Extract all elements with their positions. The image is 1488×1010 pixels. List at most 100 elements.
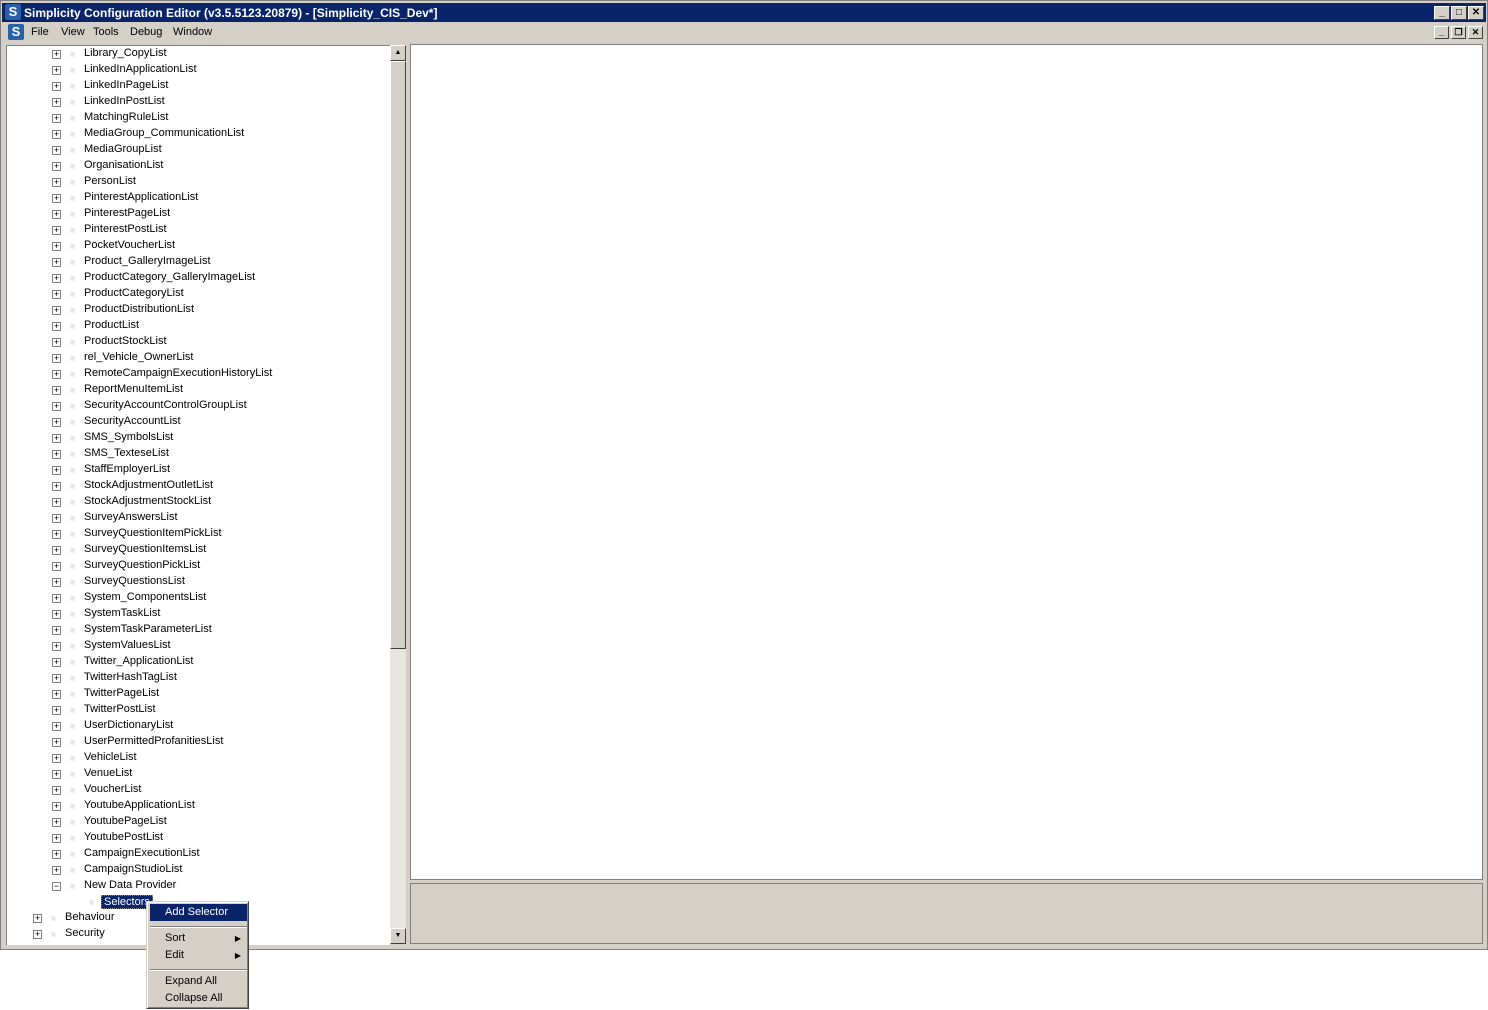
expand-icon[interactable]: + <box>52 82 61 91</box>
tree-node-label[interactable]: SecurityAccountControlGroupList <box>84 399 247 411</box>
expand-icon[interactable]: + <box>52 722 61 731</box>
expand-icon[interactable]: + <box>52 834 61 843</box>
tree-node-label[interactable]: ProductCategory_GalleryImageList <box>84 271 255 283</box>
scroll-down-arrow-icon[interactable]: ▼ <box>390 928 406 944</box>
expand-icon[interactable]: + <box>52 786 61 795</box>
expand-icon[interactable]: + <box>52 178 61 187</box>
tree-item[interactable]: + UserDictionaryList <box>7 718 390 734</box>
expand-icon[interactable]: + <box>33 930 42 939</box>
tree-item[interactable]: + SurveyQuestionItemsList <box>7 542 390 558</box>
tree-node-label[interactable]: UserDictionaryList <box>84 719 173 731</box>
expand-icon[interactable]: + <box>52 66 61 75</box>
tree-node-label[interactable]: VoucherList <box>84 783 141 795</box>
tree-node-label[interactable]: ProductList <box>84 319 139 331</box>
tree-item[interactable]: + PinterestPostList <box>7 222 390 238</box>
tree-item[interactable]: + TwitterPostList <box>7 702 390 718</box>
expand-icon[interactable]: + <box>52 578 61 587</box>
tree-item[interactable]: + PersonList <box>7 174 390 190</box>
tree-node-label[interactable]: MediaGroupList <box>84 143 162 155</box>
tree-item[interactable]: + Twitter_ApplicationList <box>7 654 390 670</box>
tree-node-label[interactable]: VenueList <box>84 767 132 779</box>
mdi-close-button[interactable]: ✕ <box>1468 26 1483 39</box>
tree-item[interactable]: + SystemTaskParameterList <box>7 622 390 638</box>
tree-item[interactable]: + SurveyQuestionPickList <box>7 558 390 574</box>
tree-node-label[interactable]: PinterestPageList <box>84 207 170 219</box>
maximize-button[interactable]: □ <box>1451 6 1467 20</box>
tree-item[interactable]: + MediaGroupList <box>7 142 390 158</box>
mdi-app-icon[interactable]: S <box>8 24 24 40</box>
expand-icon[interactable]: + <box>52 210 61 219</box>
tree-node-label[interactable]: StaffEmployerList <box>84 463 170 475</box>
expand-icon[interactable]: + <box>52 338 61 347</box>
expand-icon[interactable]: + <box>52 242 61 251</box>
expand-icon[interactable]: + <box>52 162 61 171</box>
tree-item[interactable]: + TwitterHashTagList <box>7 670 390 686</box>
tree-item[interactable]: + ProductDistributionList <box>7 302 390 318</box>
tree-item[interactable]: + System_ComponentsList <box>7 590 390 606</box>
menu-sort[interactable]: Sort ▶ <box>150 930 247 947</box>
tree-item[interactable]: + SystemValuesList <box>7 638 390 654</box>
editor-content-area[interactable] <box>410 44 1483 880</box>
tree-item[interactable]: + Library_CopyList <box>7 46 390 62</box>
menu-file[interactable]: File <box>31 26 49 38</box>
expand-icon[interactable]: + <box>52 754 61 763</box>
tree-item[interactable]: + SMS_SymbolsList <box>7 430 390 446</box>
expand-icon[interactable]: + <box>52 658 61 667</box>
tree-item[interactable]: + ProductStockList <box>7 334 390 350</box>
expand-icon[interactable]: + <box>52 402 61 411</box>
tree-item[interactable]: + Product_GalleryImageList <box>7 254 390 270</box>
configuration-tree[interactable]: + Library_CopyList + LinkedInApplicationLis… <box>6 45 390 945</box>
tree-node-label[interactable]: SystemValuesList <box>84 639 171 651</box>
tree-node-label[interactable]: SurveyQuestionPickList <box>84 559 200 571</box>
expand-icon[interactable]: + <box>52 850 61 859</box>
tree-node-label[interactable]: SMS_SymbolsList <box>84 431 173 443</box>
expand-icon[interactable]: + <box>52 738 61 747</box>
tree-item[interactable]: + MatchingRuleList <box>7 110 390 126</box>
tree-node-label[interactable]: MatchingRuleList <box>84 111 168 123</box>
tree-node-label[interactable]: TwitterPageList <box>84 687 159 699</box>
tree-item-new-data-provider[interactable]: − New Data Provider <box>7 878 390 894</box>
tree-node-label[interactable]: PersonList <box>84 175 136 187</box>
expand-icon[interactable]: + <box>52 546 61 555</box>
tree-node-label[interactable]: Twitter_ApplicationList <box>84 655 193 667</box>
expand-icon[interactable]: + <box>52 130 61 139</box>
tree-node-label[interactable]: SMS_TexteseList <box>84 447 169 459</box>
tree-node-label[interactable]: SurveyQuestionItemsList <box>84 543 206 555</box>
expand-icon[interactable]: + <box>52 690 61 699</box>
expand-icon[interactable]: + <box>52 98 61 107</box>
expand-icon[interactable]: + <box>52 50 61 59</box>
tree-item[interactable]: + LinkedInApplicationList <box>7 62 390 78</box>
tree-node-label[interactable]: SurveyQuestionsList <box>84 575 185 587</box>
tree-item[interactable]: + YoutubePageList <box>7 814 390 830</box>
tree-node-label[interactable]: TwitterPostList <box>84 703 156 715</box>
tree-item[interactable]: + PocketVoucherList <box>7 238 390 254</box>
tree-item[interactable]: + rel_Vehicle_OwnerList <box>7 350 390 366</box>
expand-icon[interactable]: + <box>52 226 61 235</box>
tree-node-label[interactable]: Library_CopyList <box>84 47 167 59</box>
tree-node-label[interactable]: PocketVoucherList <box>84 239 175 251</box>
expand-icon[interactable]: + <box>52 866 61 875</box>
tree-node-label[interactable]: LinkedInPostList <box>84 95 165 107</box>
expand-icon[interactable]: + <box>52 114 61 123</box>
collapse-icon[interactable]: − <box>52 882 61 891</box>
expand-icon[interactable]: + <box>52 562 61 571</box>
expand-icon[interactable]: + <box>33 914 42 923</box>
tree-node-label[interactable]: New Data Provider <box>84 879 176 891</box>
tree-node-label[interactable]: UserPermittedProfanitiesList <box>84 735 223 747</box>
expand-icon[interactable]: + <box>52 290 61 299</box>
tree-item[interactable]: + PinterestPageList <box>7 206 390 222</box>
tree-item[interactable]: + VehicleList <box>7 750 390 766</box>
tree-item[interactable]: + VoucherList <box>7 782 390 798</box>
tree-item[interactable]: + LinkedInPostList <box>7 94 390 110</box>
expand-icon[interactable]: + <box>52 386 61 395</box>
tree-node-label[interactable]: CampaignExecutionList <box>84 847 200 859</box>
expand-icon[interactable]: + <box>52 146 61 155</box>
tree-item[interactable]: + YoutubePostList <box>7 830 390 846</box>
tree-item[interactable]: + ReportMenuItemList <box>7 382 390 398</box>
tree-node-label[interactable]: OrganisationList <box>84 159 164 171</box>
tree-item[interactable]: + RemoteCampaignExecutionHistoryList <box>7 366 390 382</box>
menu-edit[interactable]: Edit ▶ <box>150 947 247 964</box>
expand-icon[interactable]: + <box>52 674 61 683</box>
tree-node-label[interactable]: SurveyQuestionItemPickList <box>84 527 222 539</box>
scroll-thumb[interactable] <box>390 61 406 649</box>
